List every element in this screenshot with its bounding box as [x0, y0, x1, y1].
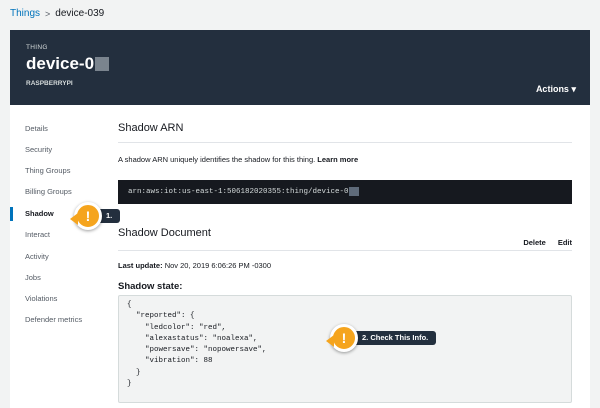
sidebar-item-details[interactable]: Details: [10, 122, 102, 136]
callout-2-label: 2. Check This Info.: [348, 331, 437, 345]
sidebar-item-activity[interactable]: Activity: [10, 250, 102, 264]
last-update: Last update: Nov 20, 2019 6:06:26 PM -03…: [118, 261, 271, 270]
code-line: "vibration": 88: [127, 357, 213, 366]
edit-button[interactable]: Edit: [558, 238, 572, 247]
callout-1: ! 1.: [70, 202, 121, 230]
chevron-down-icon: ▾: [571, 84, 576, 94]
code-line: {: [127, 301, 132, 309]
callout-pointer: [70, 213, 78, 225]
sidebar-nav: Details Security Thing Groups Billing Gr…: [10, 105, 102, 408]
code-line: }: [127, 380, 132, 389]
sidebar-item-thing-groups[interactable]: Thing Groups: [10, 164, 102, 178]
shadow-arn-description: A shadow ARN uniquely identifies the sha…: [118, 155, 358, 164]
sidebar-item-violations[interactable]: Violations: [10, 292, 102, 306]
thing-title-row: device-0: [26, 54, 110, 74]
alert-icon: !: [70, 202, 102, 230]
breadcrumb-current: device-039: [55, 8, 105, 19]
callout-2: ! 2. Check This Info.: [326, 324, 437, 352]
learn-more-link[interactable]: Learn more: [317, 155, 358, 164]
thing-type: RASPBERRYPI: [26, 80, 73, 87]
section-divider: [118, 142, 572, 143]
shadow-arn-box: arn:aws:iot:us-east-1:506182020355:thing…: [118, 180, 572, 204]
shadow-document-heading: Shadow Document: [118, 227, 211, 239]
shadow-document-actions: Delete Edit: [523, 238, 572, 247]
exclamation-glyph: !: [341, 330, 347, 346]
actions-label: Actions: [535, 84, 569, 94]
breadcrumb: Things > device-039: [10, 8, 104, 19]
last-update-value: Nov 20, 2019 6:06:26 PM -0300: [164, 261, 272, 270]
shadow-arn-value: arn:aws:iot:us-east-1:506182020355:thing…: [128, 188, 349, 196]
sidebar-item-interact[interactable]: Interact: [10, 228, 102, 242]
sidebar-item-security[interactable]: Security: [10, 143, 102, 157]
alert-icon: !: [326, 324, 358, 352]
thing-kind-label: THING: [26, 44, 48, 51]
page-title: device-0: [26, 54, 95, 73]
shadow-arn-description-text: A shadow ARN uniquely identifies the sha…: [118, 155, 316, 164]
sidebar-item-billing-groups[interactable]: Billing Groups: [10, 185, 102, 199]
sidebar-item-jobs[interactable]: Jobs: [10, 271, 102, 285]
code-line: "reported": {: [127, 312, 195, 321]
exclamation-glyph: !: [85, 208, 91, 224]
redaction-block: [95, 57, 110, 71]
sidebar-item-defender-metrics[interactable]: Defender metrics: [10, 313, 102, 327]
actions-dropdown-button[interactable]: Actions ▾: [536, 84, 576, 95]
shadow-content: Shadow ARN A shadow ARN uniquely identif…: [118, 105, 582, 408]
breadcrumb-things-link[interactable]: Things: [10, 8, 40, 19]
delete-button[interactable]: Delete: [523, 238, 546, 247]
last-update-label: Last update:: [118, 261, 163, 270]
shadow-arn-heading: Shadow ARN: [118, 122, 184, 134]
redaction-block: [348, 186, 359, 196]
breadcrumb-separator: >: [45, 8, 51, 19]
thing-header: THING device-0 RASPBERRYPI Actions ▾: [10, 30, 590, 105]
code-line: }: [127, 368, 141, 377]
callout-pointer: [326, 335, 334, 347]
main-panel: Details Security Thing Groups Billing Gr…: [10, 105, 590, 408]
shadow-state-label: Shadow state:: [118, 281, 183, 292]
section-divider: [118, 250, 572, 251]
